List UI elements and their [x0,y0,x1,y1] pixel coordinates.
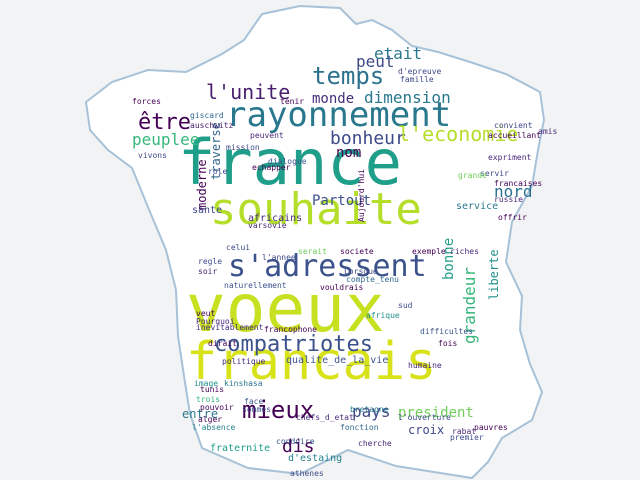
word-cloud: france voeux souhaite francais rayonneme… [0,0,640,480]
word: kinshasa [224,379,263,388]
word: pouvoir [200,403,234,412]
word: monde [312,91,355,107]
word: dimension [364,88,451,107]
word: sommes [242,405,271,414]
word: exemple [412,247,446,256]
word: societe [340,247,374,256]
word: tenir [280,97,305,106]
word: accueillant [488,131,541,140]
word: dirait [208,339,237,348]
word: fraternite [210,443,271,454]
word: alger [198,415,223,424]
word: d'epreuve [398,67,442,76]
word: bonne [441,237,457,280]
word: compatriotes [214,332,373,357]
word: pauvres [474,423,508,432]
word: cherche [358,439,392,448]
word: bretagne [350,405,389,414]
word: francophone [264,325,317,334]
word: d'estaing [288,453,343,464]
word: croix [408,423,445,437]
word: auschwitz [190,121,234,130]
word: vouldrais [320,283,364,292]
word: compte_tenu [346,275,399,284]
word: vivons [138,151,167,160]
word: amis [538,127,558,136]
word: offrir [498,213,527,222]
word: inevitablement [196,323,264,332]
word: etait [374,44,423,63]
word: conduire [276,437,315,446]
word: Aujourd'hui [357,169,366,222]
word: giscard [190,111,224,120]
word: regle [198,257,223,266]
word: chefs_d_etat [296,413,354,422]
word: celui [226,243,251,252]
word: service [456,201,499,212]
word: l'absence [192,423,236,432]
word: fonction [340,423,379,432]
word: premier [450,433,484,442]
word: expriment [488,153,532,162]
word: francaises [494,179,543,188]
word: peuvent [250,131,284,140]
word: image [194,379,219,388]
word: famille [400,75,434,84]
word: peuplee [132,130,200,149]
word: convient [494,121,533,130]
word: fois [438,339,458,348]
word: humaine [408,361,442,370]
word: forces [132,97,161,106]
word: grande [458,171,487,180]
word: l'unite [206,80,291,104]
word: nom [336,145,362,161]
word: role [208,167,228,176]
word: serait [298,247,327,256]
word: russie [494,195,523,204]
word: naturellement [224,281,287,290]
word: athenes [290,469,324,478]
word: difficultes [420,327,473,336]
word: veut [196,309,216,318]
word: qualite_de_la_vie [286,355,389,366]
word: sante [192,205,223,216]
word: soir [198,267,218,276]
word: politique [222,357,266,366]
word: moderne [195,159,209,210]
word: liberte [487,249,501,300]
word: Lorsque [344,267,378,276]
word: afrique [366,311,400,320]
word: mission [226,143,260,152]
word: dialogue [268,157,307,166]
word: l'annee [262,253,296,262]
word: varsovie [248,221,287,230]
word: l'ouverture [398,413,451,422]
word: sud [398,301,413,310]
word: riches [450,247,479,256]
